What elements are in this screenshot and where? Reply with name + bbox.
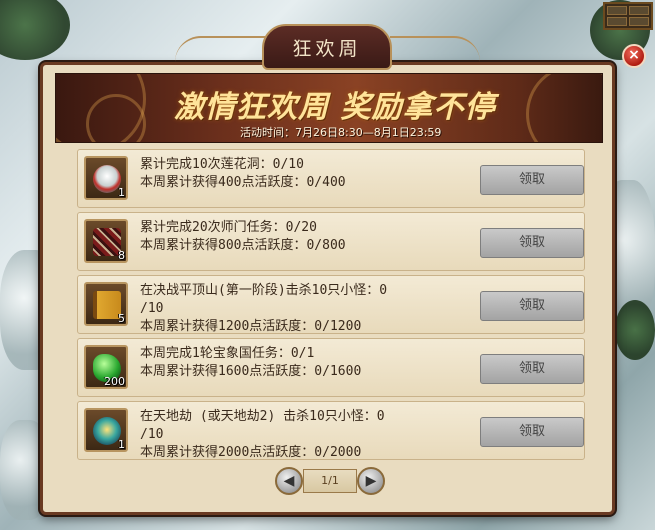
prev-page-button[interactable]: ◀ [275,467,303,495]
background-tree [615,300,655,360]
reward-slot[interactable]: 1 [84,156,128,200]
reward-slot[interactable]: 5 [84,282,128,326]
event-time: 活动时间：7月26日8:30—8月1日23:59 [240,126,442,139]
task-description: 在决战平顶山(第一阶段)击杀10只小怪：0 /10 本周累计获得1200点活跃度… [140,282,470,336]
banner-headline: 激情狂欢周 奖励拿不停 [174,90,496,125]
task-description: 在天地劫 (或天地劫2) 击杀10只小怪：0 /10 本周累计获得2000点活跃… [140,408,470,462]
task-row: 8 累计完成20次师门任务：0/20 本周累计获得800点活跃度：0/800 领… [77,212,585,271]
task-goal: 本周完成1轮宝象国任务：0/1 [140,346,315,361]
task-goal: 累计完成20次师门任务：0/20 [140,220,317,235]
carnival-week-window: 激情狂欢周 奖励拿不停 活动时间：7月26日8:30—8月1日23:59 1 累… [40,62,615,515]
task-goal: 在决战平顶山(第一阶段)击杀10只小怪：0 [140,283,388,298]
task-goal-continued: /10 [140,301,164,316]
task-activity: 本周累计获得2000点活跃度：0/2000 [140,445,362,460]
task-goal-continued: /10 [140,427,164,442]
task-activity: 本周累计获得800点活跃度：0/800 [140,238,346,253]
task-row: 1 在天地劫 (或天地劫2) 击杀10只小怪：0 /10 本周累计获得2000点… [77,401,585,460]
reward-slot[interactable]: 8 [84,219,128,263]
pagination: ◀ 1/1 ▶ [275,467,385,495]
banner-swirl [526,74,602,142]
reward-quantity: 5 [118,312,125,325]
minimap-cell [607,17,627,26]
task-activity: 本周累计获得400点活跃度：0/400 [140,175,346,190]
claim-button[interactable]: 领取 [480,228,584,258]
claim-button[interactable]: 领取 [480,165,584,195]
minimap-cell [629,17,649,26]
window-title: 狂欢周 [292,37,362,60]
golden-book-icon [93,291,121,319]
minimap-frame [603,2,653,30]
task-row: 200 本周完成1轮宝象国任务：0/1 本周累计获得1600点活跃度：0/160… [77,338,585,397]
task-goal: 在天地劫 (或天地劫2) 击杀10只小怪：0 [140,409,385,424]
lotus-bowl-icon [93,165,121,193]
claim-button[interactable]: 领取 [480,417,584,447]
task-description: 累计完成10次莲花洞：0/10 本周累计获得400点活跃度：0/400 [140,156,470,192]
next-page-button[interactable]: ▶ [357,467,385,495]
page-indicator: 1/1 [303,469,357,493]
title-ornament-right [390,36,480,62]
claim-button[interactable]: 领取 [480,291,584,321]
task-activity: 本周累计获得1200点活跃度：0/1200 [140,319,362,334]
window-title-tab: 狂欢周 [262,24,392,70]
task-row: 1 累计完成10次莲花洞：0/10 本周累计获得400点活跃度：0/400 领取 [77,149,585,208]
spirit-orb-icon [93,417,121,445]
task-description: 累计完成20次师门任务：0/20 本周累计获得800点活跃度：0/800 [140,219,470,255]
claim-button[interactable]: 领取 [480,354,584,384]
task-activity: 本周累计获得1600点活跃度：0/1600 [140,364,362,379]
background-tree [0,0,70,60]
book-bundle-icon [93,228,121,256]
task-list: 1 累计完成10次莲花洞：0/10 本周累计获得400点活跃度：0/400 领取… [77,149,585,464]
reward-quantity: 200 [104,375,125,388]
task-goal: 累计完成10次莲花洞：0/10 [140,157,304,172]
task-row: 5 在决战平顶山(第一阶段)击杀10只小怪：0 /10 本周累计获得1200点活… [77,275,585,334]
reward-quantity: 1 [118,186,125,199]
reward-slot[interactable]: 1 [84,408,128,452]
close-button[interactable]: × [622,44,646,68]
minimap-cell [629,6,649,15]
title-ornament-left [175,36,265,62]
reward-quantity: 8 [118,249,125,262]
task-description: 本周完成1轮宝象国任务：0/1 本周累计获得1600点活跃度：0/1600 [140,345,470,381]
minimap-cell [607,6,627,15]
event-banner: 激情狂欢周 奖励拿不停 活动时间：7月26日8:30—8月1日23:59 [55,73,603,143]
reward-quantity: 1 [118,438,125,451]
reward-slot[interactable]: 200 [84,345,128,389]
